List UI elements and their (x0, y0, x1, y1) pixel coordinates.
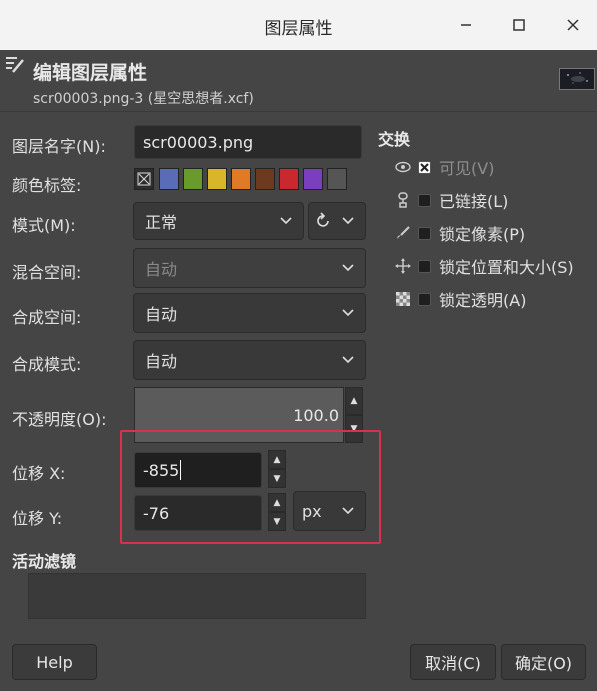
blend-space-label: 混合空间: (12, 263, 82, 282)
maximize-icon[interactable] (506, 12, 532, 38)
color-tag-swatch[interactable] (183, 168, 203, 190)
lock-pixels-label: 锁定像素(P) (439, 225, 526, 244)
offset-x-input[interactable]: -855 (134, 452, 262, 488)
switches-title: 交换 (378, 130, 411, 149)
window-titlebar: 图层属性 (0, 0, 597, 50)
chevron-down-icon (342, 507, 354, 515)
mode-value: 正常 (145, 213, 178, 232)
visible-label: 可见(V) (439, 159, 495, 178)
opacity-scale[interactable]: 100.0 (134, 387, 344, 443)
checkerboard-icon (394, 290, 412, 308)
offset-x-label: 位移 X: (12, 464, 66, 483)
active-filters-label: 活动滤镜 (12, 552, 77, 571)
move-icon (394, 257, 412, 275)
color-tag-swatch[interactable] (255, 168, 275, 190)
header-separator (0, 111, 597, 112)
spin-down-icon[interactable]: ▼ (345, 415, 363, 443)
help-button[interactable]: Help (12, 644, 97, 680)
unit-value: px (302, 501, 322, 521)
spin-down-icon[interactable]: ▼ (268, 469, 286, 488)
chevron-down-icon (342, 264, 354, 272)
lock-pixels-checkbox[interactable] (418, 226, 431, 240)
spin-up-icon[interactable]: ▲ (268, 450, 286, 469)
offset-y-label: 位移 Y: (12, 509, 63, 528)
chevron-down-icon (342, 356, 354, 364)
color-tag-swatch[interactable] (231, 168, 251, 190)
layer-name-input[interactable]: scr00003.png (134, 125, 362, 159)
opacity-spin[interactable]: ▲ ▼ (345, 387, 363, 443)
composite-space-value: 自动 (145, 305, 178, 324)
mode-reset-button[interactable] (308, 202, 366, 240)
active-filters-list[interactable] (28, 573, 366, 619)
lock-alpha-checkbox[interactable] (418, 292, 431, 306)
visible-toggle[interactable]: 可见(V) (394, 155, 494, 179)
linked-checkbox[interactable] (418, 193, 431, 207)
blend-space-value: 自动 (145, 260, 178, 279)
composite-space-label: 合成空间: (12, 308, 82, 327)
edit-icon (4, 54, 26, 76)
reset-icon (317, 212, 329, 227)
offset-x-value: -855 (143, 460, 180, 480)
spin-up-icon[interactable]: ▲ (268, 493, 286, 512)
lock-position-label: 锁定位置和大小(S) (439, 258, 574, 277)
lock-alpha-label: 锁定透明(A) (439, 291, 527, 310)
eye-icon (394, 158, 412, 176)
paintbrush-icon (394, 224, 412, 242)
dialog-heading: 编辑图层属性 (33, 62, 148, 84)
color-tag-label: 颜色标签: (12, 176, 82, 195)
blend-space-select[interactable]: 自动 (133, 248, 366, 288)
mode-select[interactable]: 正常 (133, 202, 304, 240)
offset-y-spin[interactable]: ▲ ▼ (268, 493, 286, 531)
lock-alpha-toggle[interactable]: 锁定透明(A) (394, 287, 526, 311)
minimize-icon[interactable] (453, 12, 479, 38)
color-tag-swatch[interactable] (159, 168, 179, 190)
chevron-down-icon (342, 217, 354, 225)
spin-up-icon[interactable]: ▲ (345, 387, 363, 415)
composite-mode-label: 合成模式: (12, 355, 82, 374)
layer-name-label: 图层名字(N): (12, 137, 106, 156)
color-tag-swatch[interactable] (207, 168, 227, 190)
chevron-down-icon (280, 217, 292, 225)
spin-down-icon[interactable]: ▼ (268, 512, 286, 531)
composite-mode-select[interactable]: 自动 (133, 340, 366, 380)
offset-y-input[interactable]: -76 (134, 495, 262, 531)
composite-mode-value: 自动 (145, 352, 178, 371)
color-tag-swatch[interactable] (303, 168, 323, 190)
color-tag-swatch[interactable] (327, 168, 347, 190)
chevron-down-icon (342, 309, 354, 317)
visible-checkbox[interactable] (418, 160, 431, 174)
composite-space-select[interactable]: 自动 (133, 293, 366, 333)
opacity-label: 不透明度(O): (12, 410, 107, 429)
color-tag-swatch[interactable] (279, 168, 299, 190)
ok-button[interactable]: 确定(O) (501, 644, 586, 680)
lock-position-checkbox[interactable] (418, 259, 431, 273)
lock-pixels-toggle[interactable]: 锁定像素(P) (394, 221, 525, 245)
dialog-subtitle: scr00003.png-3 (星空思想者.xcf) (33, 91, 254, 107)
linked-label: 已链接(L) (439, 192, 509, 211)
offset-x-spin[interactable]: ▲ ▼ (268, 450, 286, 488)
opacity-value: 100.0 (293, 406, 339, 425)
text-cursor (180, 460, 182, 480)
mode-label: 模式(M): (12, 216, 76, 235)
lock-position-toggle[interactable]: 锁定位置和大小(S) (394, 254, 574, 278)
unit-select[interactable]: px (293, 491, 366, 531)
layer-thumbnail (559, 68, 595, 90)
chain-icon (394, 191, 412, 209)
color-tag-none[interactable] (134, 168, 154, 190)
close-icon[interactable] (560, 12, 586, 38)
cancel-button[interactable]: 取消(C) (410, 644, 496, 680)
linked-toggle[interactable]: 已链接(L) (394, 188, 508, 212)
